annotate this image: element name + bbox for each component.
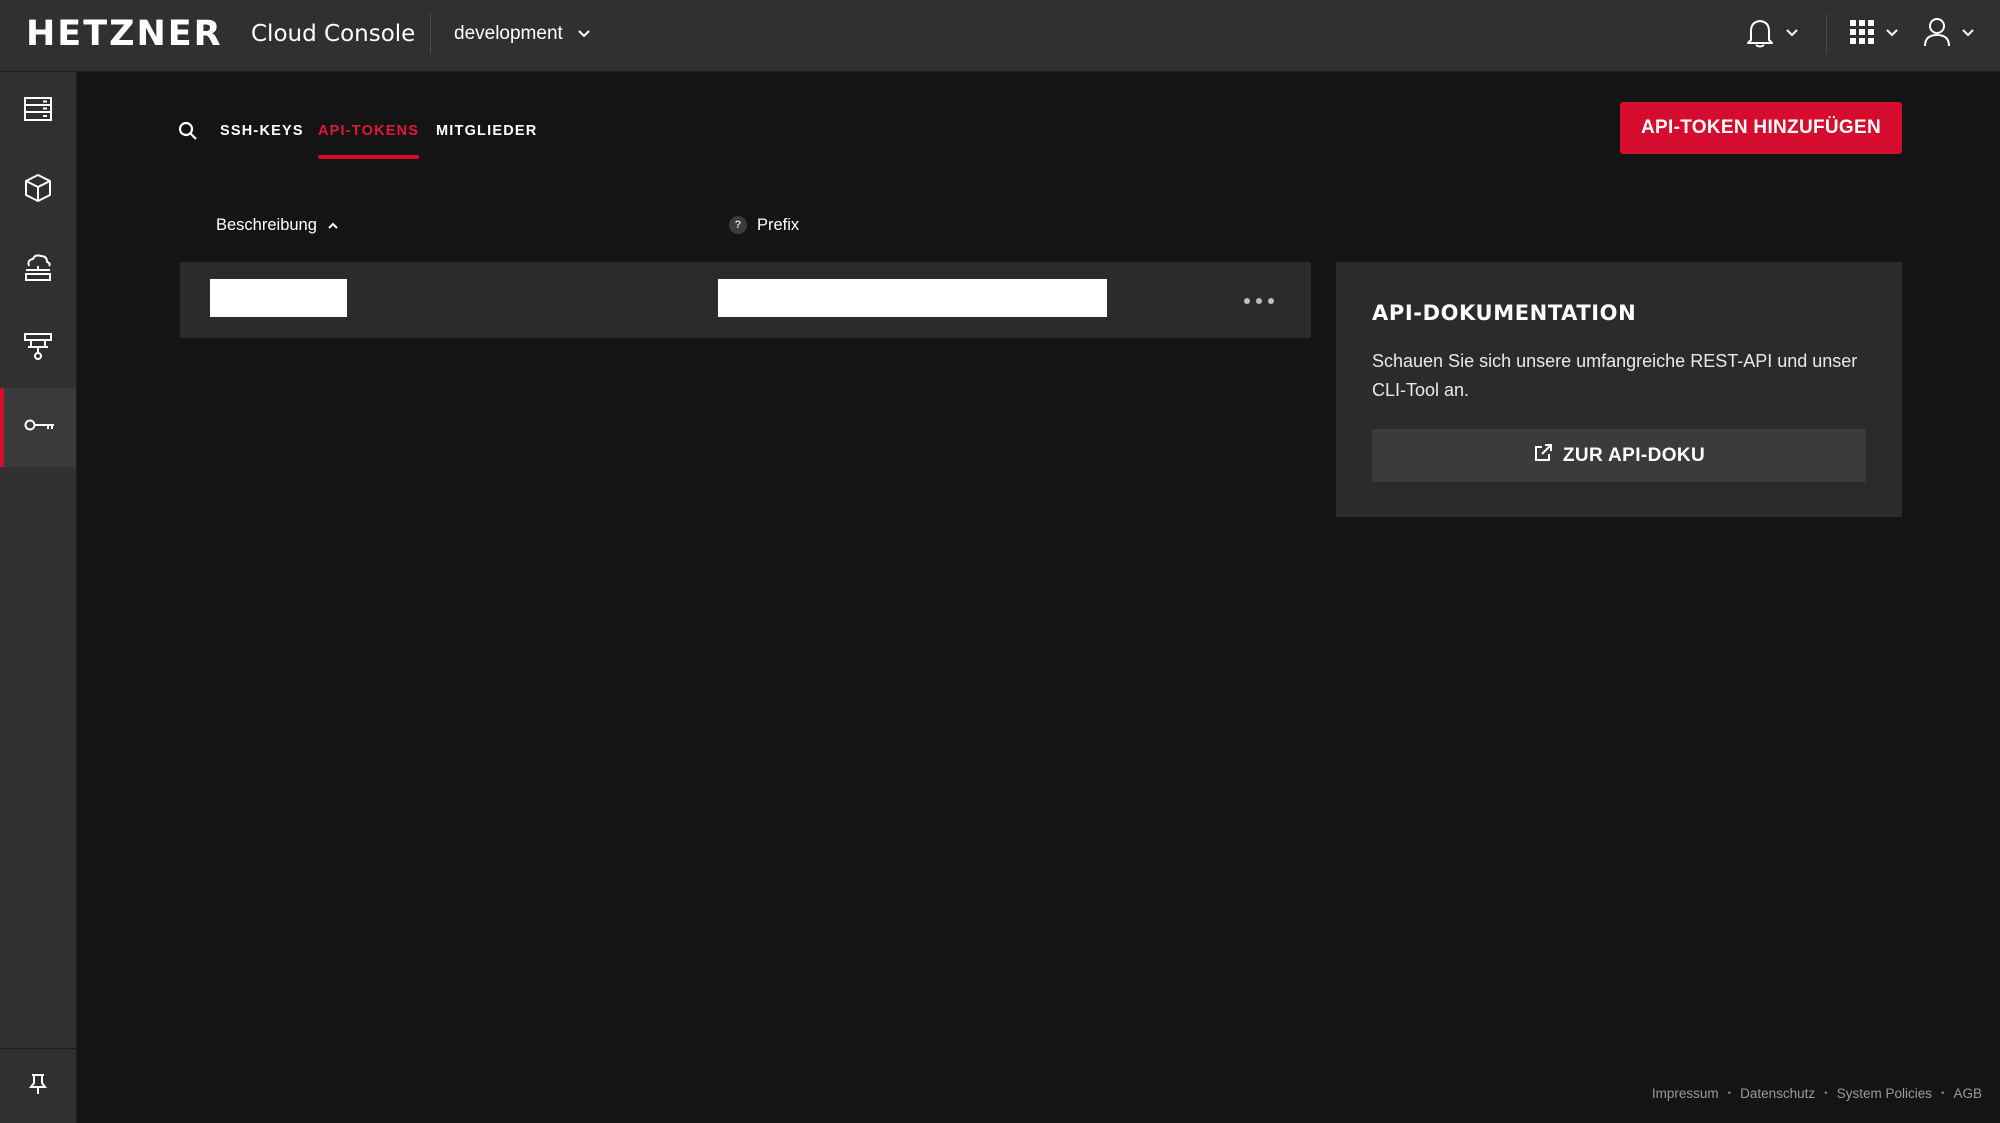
column-header-prefix: ? Prefix [729,213,799,237]
table-row[interactable] [180,262,1311,338]
sidebar-item-servers[interactable] [0,72,76,151]
column-header-description[interactable]: Beschreibung [216,213,339,237]
footer-link-system-policies[interactable]: System Policies [1837,1086,1932,1101]
tab-members[interactable]: MITGLIEDER [436,113,537,161]
external-link-icon [1533,443,1553,469]
top-bar: HETZNER Cloud Console development [0,0,2000,72]
hetzner-logo[interactable]: HETZNER [26,14,223,54]
tab-api-tokens[interactable]: API-TOKENS [318,113,420,161]
tab-ssh-keys[interactable]: SSH-KEYS [220,113,304,161]
chevron-down-icon [1885,25,1899,43]
pin-icon [29,1073,47,1100]
search-icon[interactable] [178,121,198,146]
user-icon [1923,17,1951,52]
sort-ascending-icon [327,216,339,235]
console-title: Cloud Console [251,21,416,47]
notifications-menu[interactable] [1745,18,1799,50]
redacted-prefix [718,279,1107,317]
load-balancer-icon [23,331,53,366]
box-icon [24,173,52,208]
separator: • [1824,1088,1828,1099]
sidebar [0,72,77,1123]
chevron-down-icon [577,23,591,45]
sidebar-item-networks[interactable] [0,230,76,309]
bell-icon [1745,16,1775,53]
footer-link-impressum[interactable]: Impressum [1652,1086,1719,1101]
divider [1826,14,1827,54]
pin-sidebar-button[interactable] [0,1049,76,1123]
project-name: development [454,23,563,44]
footer-link-datenschutz[interactable]: Datenschutz [1740,1086,1815,1101]
add-api-token-button[interactable]: API-TOKEN HINZUFÜGEN [1620,102,1902,154]
redacted-description [210,279,347,317]
card-text: Schauen Sie sich unsere umfangreiche RES… [1372,351,1858,400]
sidebar-item-load-balancers[interactable] [0,309,76,388]
column-label: Prefix [757,215,800,234]
server-icon [23,96,53,127]
sidebar-item-volumes[interactable] [0,151,76,230]
column-label: Beschreibung [216,215,317,234]
chevron-down-icon [1785,25,1799,43]
user-menu[interactable] [1923,17,1975,52]
grid-icon [1849,19,1875,50]
button-label: ZUR API-DOKU [1562,444,1706,466]
help-icon[interactable]: ? [729,216,747,234]
card-title: API-DOKUMENTATION [1372,301,1637,325]
separator: • [1727,1088,1732,1099]
project-selector[interactable]: development [454,20,591,48]
chevron-down-icon [1961,25,1975,43]
footer-link-agb[interactable]: AGB [1953,1086,1982,1101]
apps-menu[interactable] [1849,18,1899,50]
footer: Impressum • Datenschutz • System Policie… [1652,1086,1982,1101]
sidebar-item-security[interactable] [0,388,76,467]
key-icon [24,417,56,438]
cloud-network-icon [23,252,53,287]
row-actions-menu[interactable] [1235,292,1283,310]
api-docs-button[interactable]: ZUR API-DOKU [1372,429,1866,482]
divider [430,14,431,54]
api-docs-card: API-DOKUMENTATION Schauen Sie sich unser… [1336,262,1902,517]
more-dots-icon [1244,298,1250,304]
separator: • [1940,1088,1945,1099]
